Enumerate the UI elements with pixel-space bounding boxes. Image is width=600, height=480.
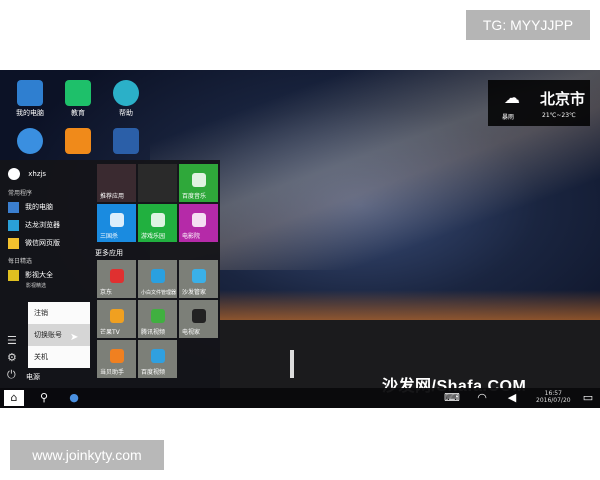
tile-game-banner[interactable] [138,164,177,202]
start-app-wechat[interactable]: 微信网页版 [8,236,60,250]
user-profile[interactable]: xhzjs [8,168,46,182]
start-app-my-computer[interactable]: 我的电脑 [8,200,53,214]
music-icon [192,173,206,187]
tv-icon [192,309,206,323]
clock-time: 16:57 [544,390,562,397]
weather-city: 北京市 [540,90,586,108]
store-icon [65,128,91,154]
gear-icon[interactable]: ⚙ [7,351,17,364]
desktop-icon-help[interactable]: 帮助 [100,80,152,118]
section-common-programs: 常用程序 [8,190,33,197]
tile-sofa-manager[interactable]: 沙发管家 [179,260,218,298]
section-daily-picks: 每日精选 [8,258,33,265]
watermark-bottom: www.joinkyty.com [10,440,164,470]
user-name: xhzjs [28,170,47,178]
wechat-icon [8,237,19,249]
desktop-screen: 我的电脑 教育 帮助 ☁ 暴雨 北京市 21℃~23℃ xhzjs 常用程序 我… [0,70,600,408]
mango-icon [110,309,124,323]
desktop-icon-word[interactable] [100,128,152,156]
desktop-icon-my-computer[interactable]: 我的电脑 [4,80,56,118]
avatar [8,168,20,180]
baidu-video-icon [151,349,165,363]
clock[interactable]: 16:57 2016/07/20 [536,390,571,404]
search-icon[interactable]: ⚲ [34,390,54,406]
cinema-icon [192,213,206,227]
road-line [290,350,294,378]
volume-icon[interactable]: ◀ [502,390,522,406]
tile-cinema[interactable]: 电影院 [179,204,218,242]
tile-baidu-video[interactable]: 百度视频 [138,340,177,378]
tile-recommended[interactable]: 推荐应用 [97,164,136,202]
clock-date: 2016/07/20 [536,397,571,404]
list-icon[interactable]: ☰ [7,334,17,347]
weather-widget[interactable]: ☁ 暴雨 北京市 21℃~23℃ [488,80,590,126]
jd-icon [110,269,124,283]
help-icon [113,80,139,106]
computer-icon [8,201,19,213]
word-icon [113,128,139,154]
tile-tv-home[interactable]: 电视家 [179,300,218,338]
computer-icon [17,80,43,106]
home-icon[interactable]: ⌂ [4,390,24,406]
rain-cloud-icon: ☁ [504,88,520,107]
tile-mango-tv[interactable]: 芒果TV [97,300,136,338]
gamepad-icon [151,213,165,227]
tile-game-park[interactable]: 游戏乐园 [138,204,177,242]
tile-file-manager[interactable]: 小白文件管理器 [138,260,177,298]
watermark-top: TG: MYYJJPP [466,10,590,40]
start-app-browser[interactable]: 达龙浏览器 [8,218,60,232]
mouse-cursor-icon: ➤ [70,332,79,343]
more-apps-heading: 更多应用 [95,249,123,257]
power-menu: 注销 切换账号 关机 [28,302,90,368]
power-label[interactable]: 电源 [26,372,40,382]
browser-e-icon [17,128,43,154]
desktop-icon-education[interactable]: 教育 [52,80,104,118]
weather-temp: 21℃~23℃ [542,112,576,119]
desktop-icon-browser[interactable] [4,128,56,156]
wifi-icon[interactable]: ◠ [472,390,492,406]
keyboard-icon[interactable]: ⌨ [442,390,462,406]
tile-jd[interactable]: 京东 [97,260,136,298]
film-icon [8,269,19,281]
sofa-icon [192,269,206,283]
menu-switch-account[interactable]: 切换账号 [28,324,90,346]
tile-tencent-video[interactable]: 腾讯视频 [138,300,177,338]
taskbar: ⌂ ⚲ ● ⌨ ◠ ◀ 16:57 2016/07/20 ▭ [0,388,600,408]
power-icon[interactable]: ⏻ [7,368,16,382]
tile-sanguosha[interactable]: 三国杀 [97,204,136,242]
helper-icon [110,349,124,363]
browser-taskbar-icon[interactable]: ● [64,390,84,406]
graduation-cap-icon [65,80,91,106]
notification-icon[interactable]: ▭ [578,390,598,406]
weather-condition: 暴雨 [502,114,515,121]
menu-logout[interactable]: 注销 [28,302,90,324]
folder-icon [151,269,165,283]
card-icon [110,213,124,227]
browser-icon [8,219,19,231]
desktop-icon-store[interactable] [52,128,104,156]
video-icon [151,309,165,323]
start-app-film[interactable]: 影视大全 [8,268,53,282]
featured-sub: 影视精选 [26,283,47,289]
tile-baidu-music[interactable]: 百度音乐 [179,164,218,202]
menu-shutdown[interactable]: 关机 [28,346,90,368]
tile-dangbei-helper[interactable]: 当贝助手 [97,340,136,378]
